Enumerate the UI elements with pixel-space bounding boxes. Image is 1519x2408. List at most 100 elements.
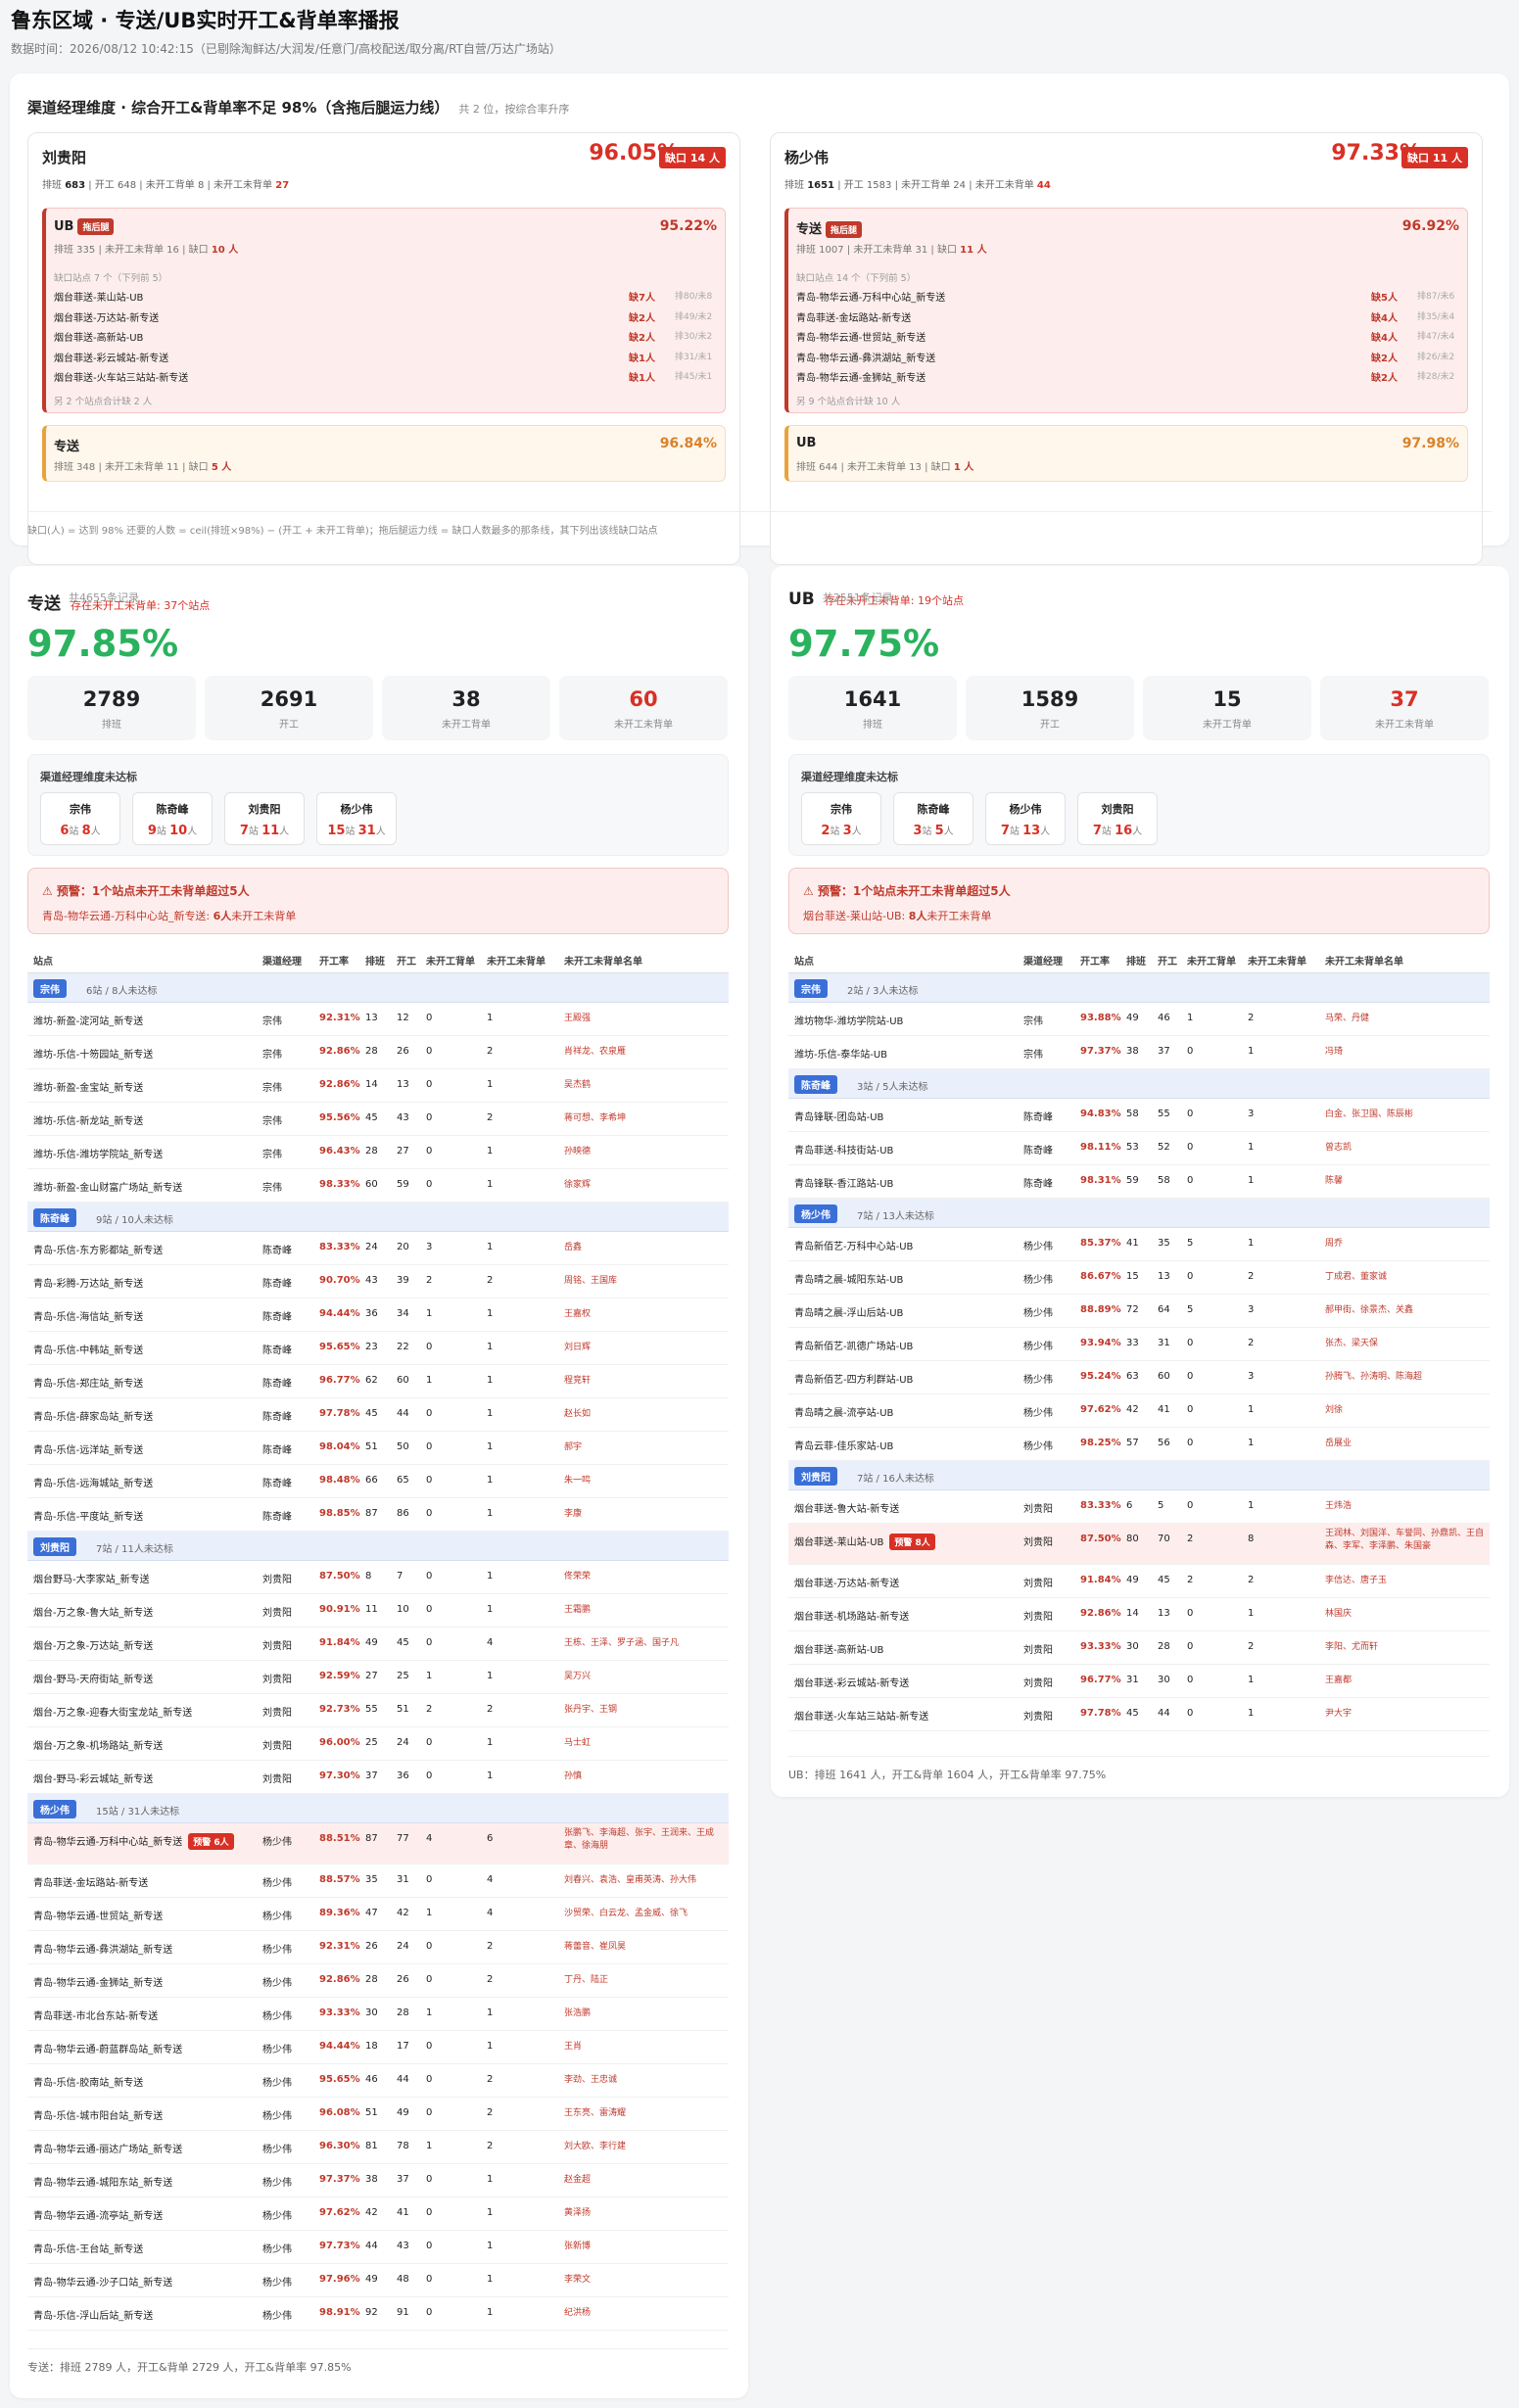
schedule: 53 <box>1126 1142 1139 1153</box>
table-row[interactable]: 青岛-乐信-城市阳台站_新专送 杨少伟 96.08% 51 49 0 2 王东亮、雷涛耀 <box>27 2098 729 2131</box>
manager-group-header[interactable]: 宗伟 2站 / 3人未达标 <box>788 973 1490 1003</box>
table-row[interactable]: 青岛晴之晨-流亭站-UB 杨少伟 97.62% 42 41 0 1 刘徐 <box>788 1394 1490 1428</box>
table-row[interactable]: 青岛菲送-科技街站-UB 陈奇峰 98.11% 53 52 0 1 曾志凯 <box>788 1132 1490 1165</box>
table-row[interactable]: 青岛-乐信-东方影都站_新专送 陈奇峰 83.33% 24 20 3 1 岳鑫 <box>27 1232 729 1265</box>
start-rate: 97.37% <box>319 2174 360 2185</box>
table-row[interactable]: 青岛-乐信-远海城站_新专送 陈奇峰 98.48% 66 65 0 1 朱一鸣 <box>27 1465 729 1498</box>
table-row[interactable]: 潍坊-新盈-金宝站_新专送 宗伟 92.86% 14 13 0 1 吴杰鹤 <box>27 1069 729 1103</box>
table-row[interactable]: 烟台-野马-彩云城站_新专送 刘贵阳 97.30% 37 36 0 1 孙慎 <box>27 1761 729 1794</box>
not-started-backed: 0 <box>1187 1046 1194 1057</box>
not-started-backed: 0 <box>426 2107 433 2118</box>
site-name: 烟台菲送-高新站-UB <box>54 333 144 344</box>
site-gap: 缺2人 <box>629 333 655 344</box>
table-row[interactable]: 烟台-万之象-迎春大街宝龙站_新专送 刘贵阳 92.73% 55 51 2 2 张丹宇、王钢 <box>27 1694 729 1727</box>
manager-chip[interactable]: 宗伟 2站 3人 <box>801 792 881 845</box>
table-row[interactable]: 青岛-物华云通-世贸站_新专送 杨少伟 89.36% 47 42 1 4 沙贸荣、白云龙、孟金… <box>27 1898 729 1931</box>
station-name: 青岛-物华云通-流亭站_新专送 <box>33 2211 164 2222</box>
not-started-unbacked: 1 <box>487 1079 494 1090</box>
manager-group-header[interactable]: 陈奇峰 9站 / 10人未达标 <box>27 1203 729 1232</box>
manager-group-header[interactable]: 杨少伟 7站 / 13人未达标 <box>788 1199 1490 1228</box>
table-row[interactable]: 青岛菲送-金坛路站-新专送 杨少伟 88.57% 35 31 0 4 刘春兴、袁浩、皇甫英涛、… <box>27 1865 729 1898</box>
table-row[interactable]: 青岛新佰艺-凯德广场站-UB 杨少伟 93.94% 33 31 0 2 张杰、梁天保 <box>788 1328 1490 1361</box>
table-row[interactable]: 青岛晴之晨-浮山后站-UB 杨少伟 88.89% 72 64 5 3 郝甲街、徐景杰、关鑫 <box>788 1295 1490 1328</box>
not-started-backed: 0 <box>426 1079 433 1090</box>
manager-name: 杨少伟 <box>1023 1408 1053 1419</box>
lagging-tag: 拖后腿 <box>77 218 115 235</box>
table-row[interactable]: 烟台-万之象-机场路站_新专送 刘贵阳 96.00% 25 24 0 1 马士虹 <box>27 1727 729 1761</box>
not-started-backed: 0 <box>426 2174 433 2185</box>
table-row[interactable]: 烟台菲送-彩云城站-新专送 刘贵阳 96.77% 31 30 0 1 王嘉都 <box>788 1665 1490 1698</box>
group-badge: 宗伟 <box>33 979 67 998</box>
table-row[interactable]: 烟台-万之象-鲁大站_新专送 刘贵阳 90.91% 11 10 0 1 王霜鹏 <box>27 1594 729 1628</box>
table-row[interactable]: 烟台菲送-鲁大站-新专送 刘贵阳 83.33% 6 5 0 1 王炜浩 <box>788 1490 1490 1524</box>
table-row[interactable]: 青岛-乐信-郑庄站_新专送 陈奇峰 96.77% 62 60 1 1 程竞轩 <box>27 1365 729 1398</box>
table-row[interactable]: 烟台菲送-火车站三站站-新专送 刘贵阳 97.78% 45 44 0 1 尹大宇 <box>788 1698 1490 1731</box>
table-row[interactable]: 青岛-物华云通-流亭站_新专送 杨少伟 97.62% 42 41 0 1 黄泽扬 <box>27 2197 729 2231</box>
not-started-backed: 0 <box>426 1408 433 1419</box>
manager-name: 杨少伟 <box>262 1878 292 1889</box>
table-row[interactable]: 潍坊-乐信-新龙站_新专送 宗伟 95.56% 45 43 0 2 蒋可想、李希坤 <box>27 1103 729 1136</box>
stat-label: 排班 <box>102 720 121 731</box>
manager-chip[interactable]: 宗伟 6站 8人 <box>40 792 120 845</box>
table-row[interactable]: 青岛晴之晨-城阳东站-UB 杨少伟 86.67% 15 13 0 2 丁成君、董家诚 <box>788 1261 1490 1295</box>
station-name: 青岛菲送-金坛路站-新专送 <box>33 1878 149 1889</box>
manager-group-header[interactable]: 陈奇峰 3站 / 5人未达标 <box>788 1069 1490 1099</box>
table-row[interactable]: 青岛-彩腾-万达站_新专送 陈奇峰 90.70% 43 39 2 2 周铭、王国库 <box>27 1265 729 1298</box>
table-row[interactable]: 烟台野马-大李家站_新专送 刘贵阳 87.50% 8 7 0 1 佟荣荣 <box>27 1561 729 1594</box>
table-row[interactable]: 青岛-乐信-中韩站_新专送 陈奇峰 95.65% 23 22 0 1 刘日辉 <box>27 1332 729 1365</box>
table-row[interactable]: 烟台菲送-高新站-UB 刘贵阳 93.33% 30 28 0 2 李阳、尤而轩 <box>788 1631 1490 1665</box>
table-row[interactable]: 青岛-物华云通-蔚蓝群岛站_新专送 杨少伟 94.44% 18 17 0 1 王肖 <box>27 2031 729 2064</box>
table-row[interactable]: 青岛-乐信-远洋站_新专送 陈奇峰 98.04% 51 50 0 1 郝宇 <box>27 1432 729 1465</box>
manager-chip[interactable]: 刘贵阳 7站 11人 <box>224 792 305 845</box>
table-row[interactable]: 潍坊-新盈-淀河站_新专送 宗伟 92.31% 13 12 0 1 王殿强 <box>27 1003 729 1036</box>
table-row[interactable]: 青岛锋联-团岛站-UB 陈奇峰 94.83% 58 55 0 3 白金、张卫国、陈辰彬 <box>788 1099 1490 1132</box>
manager-name: 陈奇峰 <box>262 1445 292 1456</box>
manager-chip[interactable]: 陈奇峰 3站 5人 <box>893 792 973 845</box>
table-row[interactable]: 烟台菲送-机场路站-新专送 刘贵阳 92.86% 14 13 0 1 林国庆 <box>788 1598 1490 1631</box>
manager-group-header[interactable]: 杨少伟 15站 / 31人未达标 <box>27 1794 729 1823</box>
manager-group-header[interactable]: 宗伟 6站 / 8人未达标 <box>27 973 729 1003</box>
site-count: 9 <box>147 824 157 838</box>
table-row[interactable]: 烟台-万之象-万达站_新专送 刘贵阳 91.84% 49 45 0 4 王栋、王泽、罗子涵、国… <box>27 1628 729 1661</box>
manager-name: 陈奇峰 <box>262 1246 292 1256</box>
table-row[interactable]: 青岛-乐信-浮山后站_新专送 杨少伟 98.91% 92 91 0 1 纪洪杨 <box>27 2297 729 2331</box>
table-row[interactable]: 烟台菲送-莱山站-UB 预警 8人 刘贵阳 87.50% 80 70 2 8 王润林、刘国洋、车… <box>788 1524 1490 1565</box>
table-row[interactable]: 青岛-物华云通-城阳东站_新专送 杨少伟 97.37% 38 37 0 1 赵金超 <box>27 2164 729 2197</box>
gap-sites-title: 缺口站点 7 个（下列前 5） <box>54 273 168 284</box>
table-row[interactable]: 青岛-乐信-王台站_新专送 杨少伟 97.73% 44 43 0 1 张新博 <box>27 2231 729 2264</box>
table-row[interactable]: 青岛新佰艺-四方利群站-UB 杨少伟 95.24% 63 60 0 3 孙腾飞、孙涛明、陈海超 <box>788 1361 1490 1394</box>
gap-site-row: 青岛菲送-金坛路站-新专送 缺4人 排35/未4 <box>796 309 1460 330</box>
table-row[interactable]: 青岛-乐信-胶南站_新专送 杨少伟 95.65% 46 44 0 2 李劲、王忠诚 <box>27 2064 729 2098</box>
site-gap: 缺7人 <box>629 293 655 304</box>
table-row[interactable]: 青岛-乐信-薛家岛站_新专送 陈奇峰 97.78% 45 44 0 1 赵长如 <box>27 1398 729 1432</box>
table-row[interactable]: 青岛新佰艺-万科中心站-UB 杨少伟 85.37% 41 35 5 1 周乔 <box>788 1228 1490 1261</box>
table-row[interactable]: 青岛-物华云通-彝洪湖站_新专送 杨少伟 92.31% 26 24 0 2 蒋蕾音、崔凤昊 <box>27 1931 729 1964</box>
table-row[interactable]: 青岛-乐信-平度站_新专送 陈奇峰 98.85% 87 86 0 1 李康 <box>27 1498 729 1532</box>
table-row[interactable]: 青岛-物华云通-丽达广场站_新专送 杨少伟 96.30% 81 78 1 2 刘大欧、李行建 <box>27 2131 729 2164</box>
manager-group-header[interactable]: 刘贵阳 7站 / 11人未达标 <box>27 1532 729 1561</box>
person-count: 31 <box>357 824 376 838</box>
table-row[interactable]: 青岛-物华云通-沙子口站_新专送 杨少伟 97.96% 49 48 0 1 李荣文 <box>27 2264 729 2297</box>
manager-chip[interactable]: 陈奇峰 9站 10人 <box>132 792 213 845</box>
table-row[interactable]: 潍坊物华-潍坊学院站-UB 宗伟 93.88% 49 46 1 2 马荣、丹健 <box>788 1003 1490 1036</box>
table-row[interactable]: 潍坊-新盈-金山财富广场站_新专送 宗伟 98.33% 60 59 0 1 徐家辉 <box>27 1169 729 1203</box>
table-row[interactable]: 烟台菲送-万达站-新专送 刘贵阳 91.84% 49 45 2 2 李信达、唐子玉 <box>788 1565 1490 1598</box>
table-row[interactable]: 烟台-野马-天府街站_新专送 刘贵阳 92.59% 27 25 1 1 吴万兴 <box>27 1661 729 1694</box>
table-row[interactable]: 青岛-物华云通-金狮站_新专送 杨少伟 92.86% 28 26 0 2 丁丹、陆正 <box>27 1964 729 1998</box>
station-name: 烟台-万之象-迎春大街宝龙站_新专送 <box>33 1708 193 1719</box>
table-row[interactable]: 青岛锋联-香江路站-UB 陈奇峰 98.31% 59 58 0 1 陈馨 <box>788 1165 1490 1199</box>
table-row[interactable]: 青岛-乐信-海信站_新专送 陈奇峰 94.44% 36 34 1 1 王嘉权 <box>27 1298 729 1332</box>
table-row[interactable]: 潍坊-乐信-潍坊学院站_新专送 宗伟 96.43% 28 27 0 1 孙映德 <box>27 1136 729 1169</box>
site-count: 7 <box>1092 824 1102 838</box>
table-row[interactable]: 潍坊-乐信-十笏园站_新专送 宗伟 92.86% 28 26 0 2 肖祥龙、农泉雁 <box>27 1036 729 1069</box>
manager-chip[interactable]: 杨少伟 7站 13人 <box>985 792 1066 845</box>
table-row[interactable]: 潍坊-乐信-泰华站-UB 宗伟 97.37% 38 37 0 1 冯琦 <box>788 1036 1490 1069</box>
station-name: 青岛锋联-香江路站-UB <box>794 1179 894 1190</box>
manager-group-header[interactable]: 刘贵阳 7站 / 16人未达标 <box>788 1461 1490 1490</box>
table-row[interactable]: 青岛云菲-佳乐家站-UB 杨少伟 98.25% 57 56 0 1 岳展业 <box>788 1428 1490 1461</box>
unbacked-names: 刘日辉 <box>564 1343 592 1352</box>
manager-chip[interactable]: 刘贵阳 7站 16人 <box>1077 792 1158 845</box>
table-row[interactable]: 青岛-物华云通-万科中心站_新专送 预警 6人 杨少伟 88.51% 87 77 4 6 张鹏飞… <box>27 1823 729 1865</box>
table-row[interactable]: 青岛菲送-市北台东站-新专送 杨少伟 93.33% 30 28 1 1 张浩鹏 <box>27 1998 729 2031</box>
manager-chip[interactable]: 杨少伟 15站 31人 <box>316 792 397 845</box>
